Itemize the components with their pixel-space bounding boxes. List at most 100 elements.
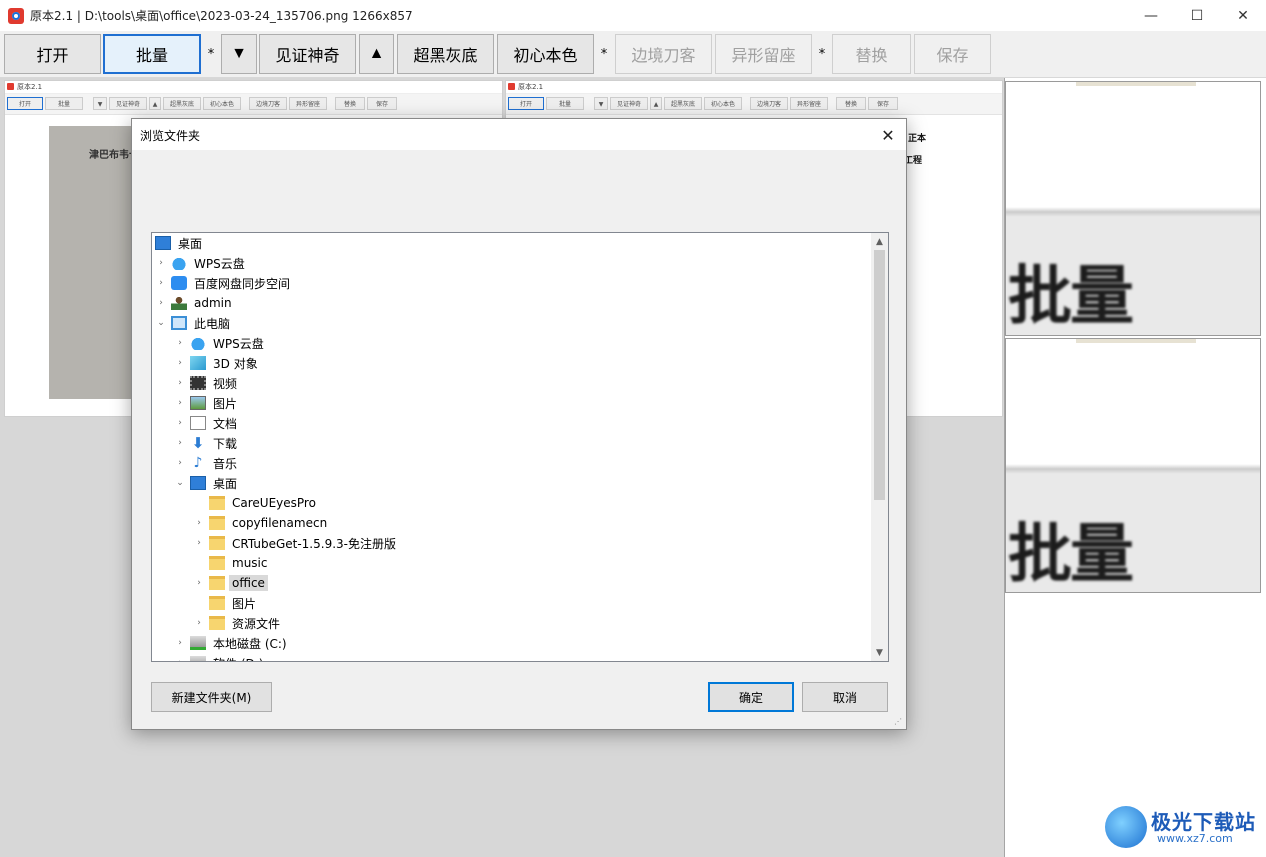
chevron-right-icon[interactable]: › <box>173 633 187 653</box>
tree-item[interactable]: ⌄ 此电脑 <box>154 313 233 333</box>
scroll-down-icon[interactable]: ▼ <box>871 644 888 661</box>
watermark-url: www.xz7.com <box>1157 832 1233 845</box>
original-color-button[interactable]: 初心本色 <box>497 34 594 74</box>
tree-item-label: WPS云盘 <box>194 256 245 271</box>
irregular-seat-button[interactable]: 异形留座 <box>715 34 812 74</box>
tree-item-label: music <box>232 556 268 570</box>
tree-item[interactable]: › 软件 (D:) <box>173 653 266 661</box>
ok-button[interactable]: 确定 <box>708 682 794 712</box>
folder-icon <box>209 536 225 550</box>
tree-scrollbar[interactable]: ▲ ▼ <box>871 233 888 661</box>
chevron-right-icon[interactable]: › <box>192 533 206 553</box>
folder-icon <box>209 616 225 630</box>
chevron-right-icon[interactable]: › <box>192 513 206 533</box>
chevron-right-icon[interactable]: › <box>173 373 187 393</box>
tree-item-label: copyfilenamecn <box>232 516 328 530</box>
save-button[interactable]: 保存 <box>914 34 991 74</box>
mini-witness-button: 见证神奇 <box>109 97 147 110</box>
tree-item[interactable]: › 3D 对象 <box>173 353 261 373</box>
tree-item[interactable]: CareUEyesPro <box>192 493 319 513</box>
tree-item[interactable]: › 资源文件 <box>192 613 283 633</box>
cancel-button[interactable]: 取消 <box>802 682 888 712</box>
tree-item[interactable]: › ♪ 音乐 <box>173 453 240 473</box>
toolbar-separator: * <box>818 46 826 62</box>
no-chevron <box>192 593 206 613</box>
scroll-up-icon[interactable]: ▲ <box>871 233 888 250</box>
window-title: 原本2.1 | D:\tools\桌面\office\2023-03-24_13… <box>30 9 413 23</box>
disk-icon <box>190 636 206 650</box>
mini-down-button: ▼ <box>594 97 608 110</box>
tree-item[interactable]: › ⬇ 下载 <box>173 433 240 453</box>
tree-item[interactable]: › 视频 <box>173 373 240 393</box>
chevron-right-icon[interactable]: › <box>154 293 168 313</box>
tree-item[interactable]: › copyfilenamecn <box>192 513 330 533</box>
chevron-right-icon[interactable]: › <box>173 413 187 433</box>
down-arrow-button[interactable]: ▼ <box>221 34 257 74</box>
mini-irregular-button: 异形留座 <box>790 97 828 110</box>
batch-button[interactable]: 批量 <box>103 34 201 74</box>
mini-down-button: ▼ <box>93 97 107 110</box>
dialog-title-bar: 浏览文件夹 ✕ <box>132 119 906 150</box>
chevron-right-icon[interactable]: › <box>173 433 187 453</box>
computer-icon <box>171 316 187 330</box>
zoom-preview-top: 批量 <box>1005 81 1261 336</box>
dialog-close-button[interactable]: ✕ <box>876 123 900 147</box>
tree-item[interactable]: › WPS云盘 <box>173 333 267 353</box>
tree-item[interactable]: music <box>192 553 270 573</box>
resize-grip-icon[interactable]: ⋰ <box>894 717 904 727</box>
witness-magic-button[interactable]: 见证神奇 <box>259 34 356 74</box>
mini-batch-button: 批量 <box>546 97 584 110</box>
tree-item[interactable]: › 百度网盘同步空间 <box>154 273 293 293</box>
scroll-thumb[interactable] <box>874 250 885 500</box>
tree-item[interactable]: › admin <box>154 293 235 313</box>
chevron-down-icon[interactable]: ⌄ <box>154 313 168 333</box>
tree-item[interactable]: 桌面 <box>152 233 205 253</box>
chevron-right-icon[interactable]: › <box>173 453 187 473</box>
tree-item-label: CRTubeGet-1.5.9.3-免注册版 <box>232 536 396 551</box>
chevron-right-icon[interactable]: › <box>192 613 206 633</box>
chevron-right-icon[interactable]: › <box>173 393 187 413</box>
tree-item[interactable]: › WPS云盘 <box>154 253 248 273</box>
chevron-right-icon[interactable]: › <box>154 273 168 293</box>
super-black-gray-button[interactable]: 超黑灰底 <box>397 34 494 74</box>
mini-save-button: 保存 <box>367 97 397 110</box>
chevron-right-icon[interactable]: › <box>154 253 168 273</box>
chevron-right-icon[interactable]: › <box>173 653 187 661</box>
tree-item[interactable]: › 本地磁盘 (C:) <box>173 633 290 653</box>
chevron-right-icon[interactable]: › <box>173 353 187 373</box>
open-button[interactable]: 打开 <box>4 34 101 74</box>
tree-item-label: 视频 <box>213 376 238 391</box>
tree-item[interactable]: › 文档 <box>173 413 240 433</box>
mini-batch-button: 批量 <box>45 97 83 110</box>
user-icon <box>171 296 187 310</box>
3d-objects-icon <box>190 356 206 370</box>
new-folder-button[interactable]: 新建文件夹(M) <box>151 682 272 712</box>
close-window-button[interactable]: ✕ <box>1220 0 1266 31</box>
tree-item[interactable]: › office <box>192 573 268 593</box>
tree-item[interactable]: › 图片 <box>173 393 240 413</box>
folder-tree[interactable]: 桌面 › WPS云盘 › 百度网盘同步空间 › admin ⌄ 此电脑 › WPS云盘 › 3D 对象 ›… <box>151 232 889 662</box>
mini-original-button: 初心本色 <box>704 97 742 110</box>
tree-item-label: admin <box>194 296 232 310</box>
tree-item[interactable]: 图片 <box>192 593 259 613</box>
mini-open-button: 打开 <box>508 97 544 110</box>
tree-item-label: 下载 <box>213 436 238 451</box>
minimize-button[interactable]: — <box>1128 0 1174 31</box>
cloud-icon <box>171 256 187 270</box>
mini-replace-button: 替换 <box>836 97 866 110</box>
tree-item[interactable]: › CRTubeGet-1.5.9.3-免注册版 <box>192 533 399 553</box>
chevron-down-icon[interactable]: ⌄ <box>173 473 187 493</box>
up-arrow-button[interactable]: ▲ <box>359 34 394 74</box>
chevron-right-icon[interactable]: › <box>192 573 206 593</box>
disk-icon <box>190 656 206 661</box>
replace-button[interactable]: 替换 <box>832 34 911 74</box>
edge-blade-button[interactable]: 边境刀客 <box>615 34 712 74</box>
maximize-button[interactable]: ☐ <box>1174 0 1220 31</box>
chevron-right-icon[interactable]: › <box>173 333 187 353</box>
tree-item[interactable]: ⌄ 桌面 <box>173 473 240 493</box>
no-chevron <box>192 493 206 513</box>
mini-superblack-button: 超黑灰底 <box>163 97 201 110</box>
folder-icon <box>209 516 225 530</box>
dialog-title: 浏览文件夹 <box>140 129 201 143</box>
watermark-brand: 极光下载站 <box>1151 810 1256 834</box>
